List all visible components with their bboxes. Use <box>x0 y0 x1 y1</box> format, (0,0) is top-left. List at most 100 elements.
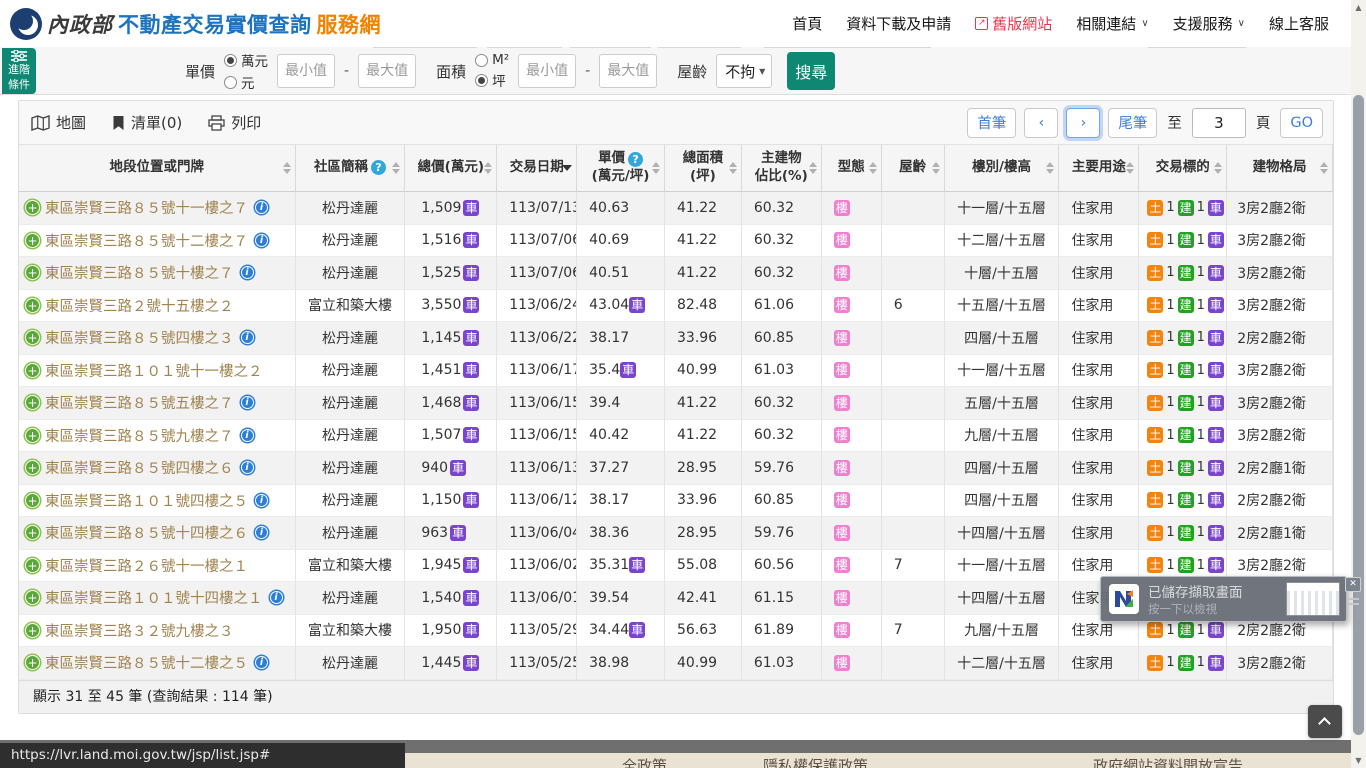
sort-icon[interactable] <box>728 162 737 174</box>
column-header-3[interactable]: 交易日期 <box>497 145 578 192</box>
address-link[interactable]: 東區崇賢三路８５號四樓之６ <box>45 457 234 478</box>
sort-icon[interactable] <box>282 162 291 174</box>
expand-icon[interactable]: + <box>25 362 40 378</box>
address-link[interactable]: 東區崇賢三路８５號十樓之７ <box>45 262 234 283</box>
search-button[interactable]: 搜尋 <box>787 52 836 90</box>
expand-icon[interactable]: + <box>25 590 40 606</box>
site-logo[interactable]: 內政部 不動產交易實價查詢 服務網 <box>10 7 381 40</box>
sort-icon[interactable] <box>1319 162 1328 174</box>
pagination-last-button[interactable]: 尾筆 <box>1108 107 1158 138</box>
column-header-5[interactable]: 總面積 (坪) <box>665 145 742 192</box>
table-row[interactable]: + 東區崇賢三路８５號五樓之７ i 松丹達麗 1,468 車 113/06/15 39.4 41… <box>19 387 1334 420</box>
expand-icon[interactable]: + <box>25 492 40 508</box>
address-link[interactable]: 東區崇賢三路１０１號十一樓之２ <box>45 360 263 381</box>
sort-icon[interactable] <box>484 162 493 174</box>
saved-list-button[interactable]: 清單(0) <box>112 112 182 133</box>
expand-icon[interactable]: + <box>25 460 40 476</box>
expand-icon[interactable]: + <box>25 557 40 573</box>
sort-icon[interactable] <box>868 162 877 174</box>
address-link[interactable]: 東區崇賢三路８５號十二樓之７ <box>45 230 248 251</box>
area-max-input[interactable] <box>599 54 658 88</box>
page-number-input[interactable] <box>1191 107 1246 138</box>
sort-icon[interactable] <box>562 165 573 171</box>
scrollbar-thumb[interactable] <box>1353 95 1364 735</box>
unit-price-max-input[interactable] <box>358 54 417 88</box>
info-icon[interactable]: i <box>255 526 268 540</box>
print-button[interactable]: 列印 <box>208 112 261 133</box>
column-header-11[interactable]: 交易標的 <box>1139 145 1228 192</box>
footer-link-open-data[interactable]: 政府網站資料開放宣告 <box>1093 755 1243 768</box>
table-row[interactable]: + 東區崇賢三路８５號九樓之７ i 松丹達麗 1,507 車 113/06/15 40.42 4… <box>19 419 1334 452</box>
expand-icon[interactable]: + <box>25 622 40 638</box>
footer-link-privacy[interactable]: 隱私權保護政策 <box>763 755 868 768</box>
nav-item-3[interactable]: 相關連結 ∨ <box>1076 13 1148 34</box>
scrollbar-down-arrow[interactable]: ▼ <box>1351 753 1366 768</box>
table-row[interactable]: + 東區崇賢三路２號十五樓之２ 富立和築大樓 3,550 車 113/06/24 43.04… <box>19 289 1334 322</box>
column-header-9[interactable]: 樓別/樓高 <box>944 145 1060 192</box>
info-icon[interactable]: i <box>255 656 268 670</box>
info-icon[interactable]: i <box>240 396 254 410</box>
nav-item-2[interactable]: ↗ 舊版網站 <box>975 13 1052 34</box>
address-link[interactable]: 東區崇賢三路８５號十一樓之７ <box>45 197 248 218</box>
radio-square-meter[interactable]: M² <box>475 52 509 68</box>
column-header-1[interactable]: 社區簡稱? <box>295 145 406 192</box>
advanced-filters-button[interactable]: 進階 條件 <box>2 48 36 94</box>
column-header-4[interactable]: 單價? (萬元/坪) <box>577 145 665 192</box>
table-row[interactable]: + 東區崇賢三路８５號四樓之６ i 松丹達麗 940 車 113/06/13 37.27 28.… <box>19 452 1334 485</box>
info-icon[interactable]: i <box>240 461 254 475</box>
info-icon[interactable]: i <box>255 201 268 215</box>
toast-close-button[interactable]: ✕ <box>1345 577 1361 592</box>
scroll-to-top-button[interactable] <box>1308 705 1342 738</box>
column-header-10[interactable]: 主要用途 <box>1059 145 1140 192</box>
table-row[interactable]: + 東區崇賢三路８５號十樓之７ i 松丹達麗 1,525 車 113/07/06 40.51 4… <box>19 257 1334 290</box>
sort-icon[interactable] <box>1046 162 1055 174</box>
browser-scrollbar[interactable]: ▲ ▼ <box>1351 0 1366 768</box>
nav-item-4[interactable]: 支援服務 ∨ <box>1173 13 1245 34</box>
go-button[interactable]: GO <box>1280 107 1323 138</box>
expand-icon[interactable]: + <box>25 427 40 443</box>
info-icon[interactable]: i <box>240 266 254 280</box>
table-row[interactable]: + 東區崇賢三路８５號十二樓之７ i 松丹達麗 1,516 車 113/07/06 40.69… <box>19 224 1334 257</box>
sort-icon[interactable] <box>1214 162 1223 174</box>
address-link[interactable]: 東區崇賢三路８５號十四樓之６ <box>45 522 248 543</box>
table-row[interactable]: + 東區崇賢三路８５號四樓之３ i 松丹達麗 1,145 車 113/06/22 38.17 3… <box>19 322 1334 355</box>
help-icon[interactable]: ? <box>628 151 644 167</box>
expand-icon[interactable]: + <box>25 655 40 671</box>
nav-item-1[interactable]: 資料下載及申請 <box>846 13 951 34</box>
pagination-prev-button[interactable]: ‹ <box>1024 107 1059 138</box>
pagination-first-button[interactable]: 首筆 <box>967 107 1017 138</box>
info-icon[interactable]: i <box>255 233 268 247</box>
address-link[interactable]: 東區崇賢三路２６號十一樓之１ <box>45 555 248 576</box>
screenshot-saved-toast[interactable]: 已儲存擷取畫面 按一下以檢視 <box>1100 576 1347 622</box>
expand-icon[interactable]: + <box>25 330 40 346</box>
info-icon[interactable]: i <box>240 428 254 442</box>
nav-item-5[interactable]: 線上客服 <box>1269 13 1329 34</box>
address-link[interactable]: 東區崇賢三路８５號五樓之７ <box>45 392 234 413</box>
expand-icon[interactable]: + <box>25 395 40 411</box>
screenshot-thumbnail[interactable] <box>1286 582 1340 616</box>
expand-icon[interactable]: + <box>25 297 40 313</box>
column-header-8[interactable]: 屋齡 <box>881 145 945 192</box>
info-icon[interactable]: i <box>255 493 268 507</box>
sort-icon[interactable] <box>652 162 660 174</box>
address-link[interactable]: 東區崇賢三路２號十五樓之２ <box>45 295 234 316</box>
radio-wan-yuan[interactable]: 萬元 <box>224 50 268 70</box>
table-row[interactable]: + 東區崇賢三路１０１號四樓之５ i 松丹達麗 1,150 車 113/06/12 38.17… <box>19 484 1334 517</box>
footer-link-policy[interactable]: 全政策 <box>622 755 667 768</box>
expand-icon[interactable]: + <box>25 200 40 216</box>
scrollbar-up-arrow[interactable]: ▲ <box>1351 0 1366 15</box>
column-header-7[interactable]: 型態 <box>821 145 882 192</box>
radio-yuan[interactable]: 元 <box>224 72 268 92</box>
address-link[interactable]: 東區崇賢三路１０１號十四樓之１ <box>45 587 263 608</box>
area-min-input[interactable] <box>518 54 577 88</box>
column-header-2[interactable]: 總價(萬元) <box>405 145 498 192</box>
nav-item-0[interactable]: 首頁 <box>792 13 822 34</box>
unit-price-min-input[interactable] <box>277 54 336 88</box>
help-icon[interactable]: ? <box>370 160 386 176</box>
info-icon[interactable]: i <box>240 331 254 345</box>
sort-icon[interactable] <box>392 162 401 174</box>
column-header-6[interactable]: 主建物 佔比(%) <box>741 145 822 192</box>
sort-icon[interactable] <box>808 162 817 174</box>
expand-icon[interactable]: + <box>25 525 40 541</box>
radio-ping[interactable]: 坪 <box>475 70 509 90</box>
